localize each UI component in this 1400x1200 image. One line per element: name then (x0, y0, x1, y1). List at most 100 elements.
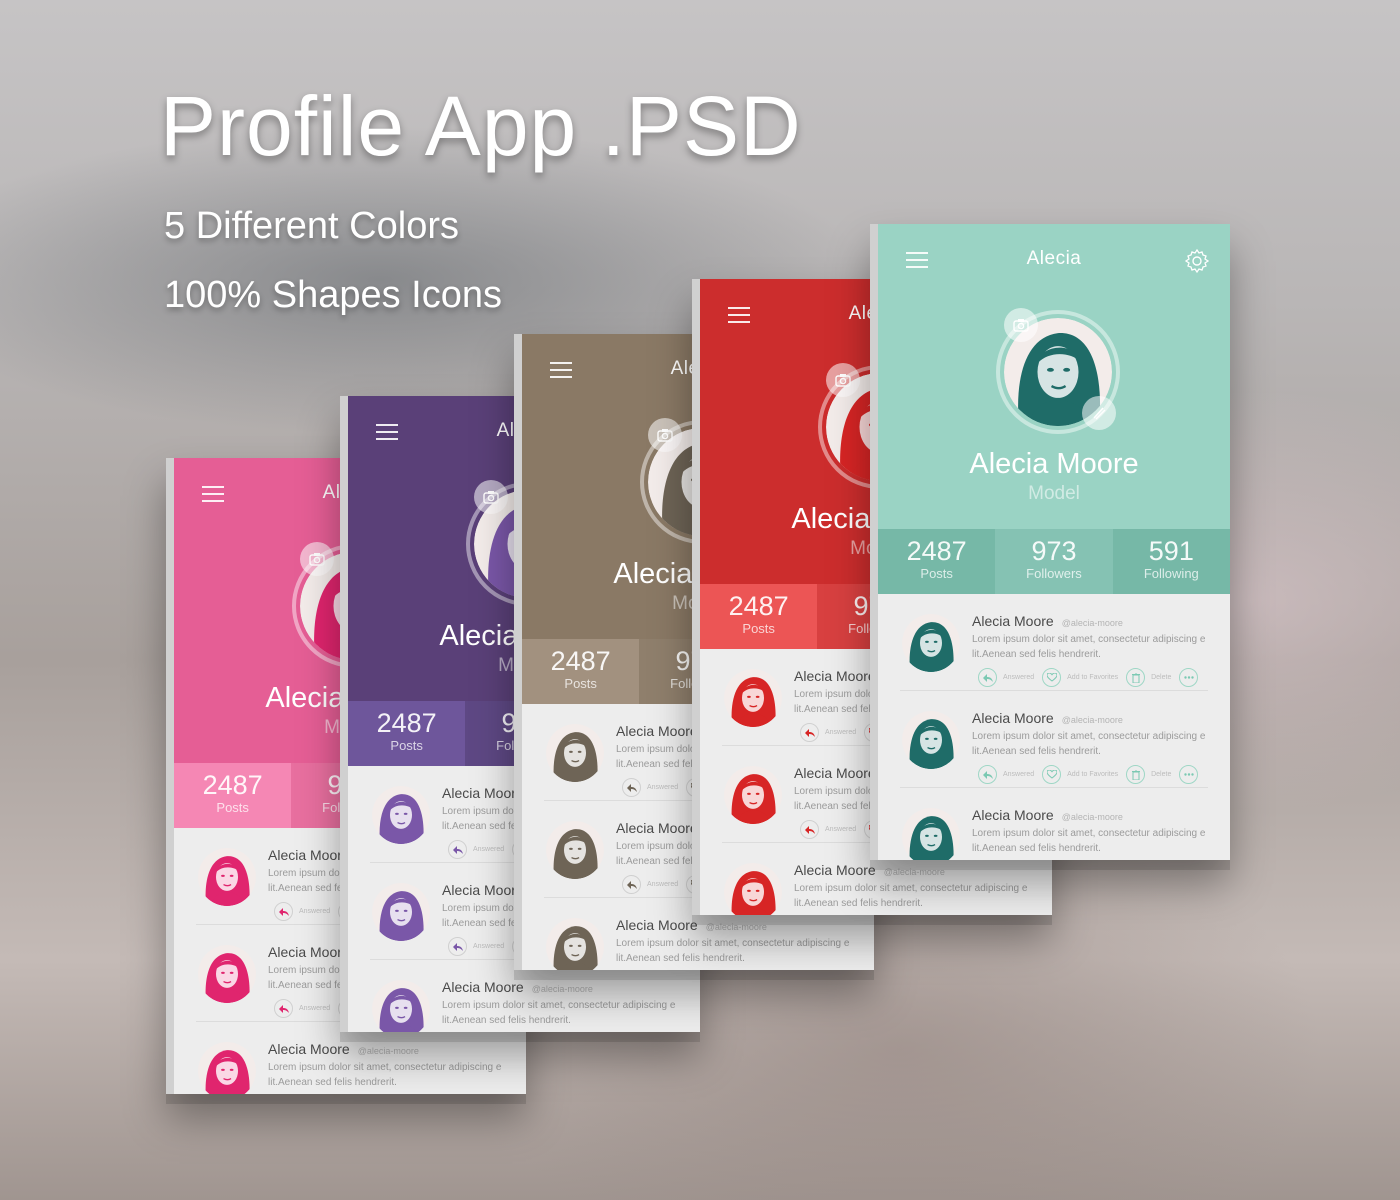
action-delete[interactable]: Delete (1126, 668, 1171, 687)
action-answered[interactable]: Answered (622, 875, 678, 894)
camera-icon[interactable] (300, 542, 334, 576)
action-answered[interactable]: Answered (274, 902, 330, 921)
action-label: Answered (1003, 674, 1035, 681)
post-text-line: Lorem ipsum dolor sit amet, consectetur … (442, 1000, 676, 1011)
post-author[interactable]: Alecia Moore @alecia-moore (972, 807, 1123, 823)
post-text-line: lit.Aenean sed felis hendrerit. (268, 1077, 397, 1088)
post-avatar[interactable] (372, 786, 430, 844)
stat-value: 2487 (906, 536, 967, 566)
post-avatar[interactable] (902, 614, 960, 672)
camera-icon[interactable] (648, 418, 682, 452)
reply-icon (274, 999, 293, 1018)
post-author[interactable]: Alecia Moore @alecia-moore (268, 1041, 419, 1057)
camera-icon[interactable] (474, 480, 508, 514)
action-answered[interactable]: Answered (800, 723, 856, 742)
action-label: Answered (299, 1005, 331, 1012)
post-author-name: Alecia Moore (268, 847, 350, 863)
heading-subtitle-icons: 100% Shapes Icons (164, 274, 503, 316)
camera-icon[interactable] (826, 363, 860, 397)
post-avatar[interactable] (724, 863, 782, 915)
edit-pencil-icon[interactable] (1082, 396, 1116, 430)
stat-label: Posts (564, 676, 597, 691)
action-answered[interactable]: Answered (448, 937, 504, 956)
post-author[interactable]: Alecia Moore @alecia-moore (972, 613, 1123, 629)
post-text: Lorem ipsum dolor sit amet, consectetur … (794, 881, 1044, 911)
action-label: Answered (647, 784, 679, 791)
action-label: Add to Favorites (1067, 771, 1119, 778)
action-answered[interactable]: Answered (448, 840, 504, 859)
feed-item[interactable]: Alecia Moore @alecia-moore Lorem ipsum dol… (878, 691, 1230, 788)
heading-subtitle-colors: 5 Different Colors (164, 205, 459, 247)
action-more[interactable] (1179, 668, 1199, 687)
post-author-name: Alecia Moore (616, 723, 698, 739)
post-author[interactable]: Alecia Moore @alecia-moore (616, 917, 767, 933)
stat-label: Posts (742, 621, 775, 636)
action-answered[interactable]: Answered (800, 820, 856, 839)
post-actions: Answered Add to Favorites Delete (978, 668, 1206, 687)
stat-posts[interactable]: 2487 Posts (174, 763, 292, 828)
post-author-name: Alecia Moore (794, 765, 876, 781)
heading-title: Profile App .PSD (160, 79, 802, 173)
post-author-handle: @alecia-moore (1061, 812, 1123, 822)
post-text-line: Lorem ipsum dolor sit amet, consectetur … (268, 1062, 502, 1073)
stat-value: 2487 (550, 646, 611, 676)
feed-item[interactable]: Alecia Moore @alecia-moore Lorem ipsum dol… (878, 594, 1230, 691)
profile-name: Alecia Moore (969, 448, 1139, 480)
stat-posts[interactable]: 2487 Posts (700, 584, 818, 649)
reply-icon (274, 902, 293, 921)
post-text-line: Lorem ipsum dolor sit amet, consectetur … (972, 828, 1206, 839)
post-author-name: Alecia Moore (794, 668, 876, 684)
feed-item[interactable]: Alecia Moore @alecia-moore Lorem ipsum dol… (878, 788, 1230, 860)
action-add-to-favorites[interactable]: Add to Favorites (1042, 668, 1118, 687)
reply-icon (978, 668, 997, 687)
stat-value: 2487 (728, 591, 789, 621)
stat-posts[interactable]: 2487 Posts (522, 639, 640, 704)
post-avatar[interactable] (198, 848, 256, 906)
post-author[interactable]: Alecia Moore @alecia-moore (972, 710, 1123, 726)
action-label: Add to Favorites (1067, 674, 1119, 681)
stat-followers[interactable]: 973Followers (995, 529, 1113, 594)
action-more[interactable] (1179, 765, 1199, 784)
reply-icon (622, 778, 641, 797)
stat-label: Following (1143, 566, 1199, 581)
feed-item[interactable]: Alecia Moore @alecia-moore Lorem ipsum dol… (174, 1022, 526, 1094)
post-avatar[interactable] (546, 918, 604, 970)
post-avatar[interactable] (546, 724, 604, 782)
action-add-to-favorites[interactable]: Add to Favorites (1042, 765, 1118, 784)
action-delete[interactable]: Delete (1126, 765, 1171, 784)
gear-icon[interactable] (1184, 248, 1210, 274)
action-answered[interactable]: Answered (622, 778, 678, 797)
action-label: Answered (1003, 771, 1035, 778)
profile-header: AleciaAlecia MooreModel2487Posts973Follo… (878, 224, 1230, 594)
post-avatar[interactable] (724, 669, 782, 727)
stat-posts[interactable]: 2487 Posts (348, 701, 466, 766)
post-avatar[interactable] (372, 980, 430, 1032)
post-text-line: Lorem ipsum dolor sit amet, consectetur … (794, 883, 1028, 894)
post-avatar[interactable] (198, 1042, 256, 1094)
post-avatar[interactable] (724, 766, 782, 824)
post-text: Lorem ipsum dolor sit amet, consectetur … (616, 936, 866, 966)
post-author[interactable]: Alecia Moore @alecia-moore (794, 862, 945, 878)
camera-icon[interactable] (1004, 308, 1038, 342)
post-avatar[interactable] (902, 808, 960, 860)
action-answered[interactable]: Answered (978, 668, 1034, 687)
post-author-name: Alecia Moore (972, 807, 1054, 823)
post-author-handle: @alecia-moore (705, 922, 767, 932)
post-author[interactable]: Alecia Moore @alecia-moore (442, 979, 593, 995)
post-text: Lorem ipsum dolor sit amet, consectetur … (268, 1060, 518, 1090)
action-answered[interactable]: Answered (978, 765, 1034, 784)
reply-icon (448, 937, 467, 956)
post-avatar[interactable] (902, 711, 960, 769)
reply-icon (800, 820, 819, 839)
post-avatar[interactable] (546, 821, 604, 879)
post-author-name: Alecia Moore (442, 785, 524, 801)
post-text-line: lit.Aenean sed felis hendrerit. (442, 1015, 571, 1026)
stat-following[interactable]: 591Following (1112, 529, 1230, 594)
feed-item[interactable]: Alecia Moore @alecia-moore Lorem ipsum dol… (348, 960, 700, 1032)
post-avatar[interactable] (372, 883, 430, 941)
action-answered[interactable]: Answered (274, 999, 330, 1018)
stat-posts[interactable]: 2487 Posts (878, 529, 996, 594)
post-avatar[interactable] (198, 945, 256, 1003)
trash-icon (1126, 668, 1146, 687)
post-author-name: Alecia Moore (442, 979, 524, 995)
